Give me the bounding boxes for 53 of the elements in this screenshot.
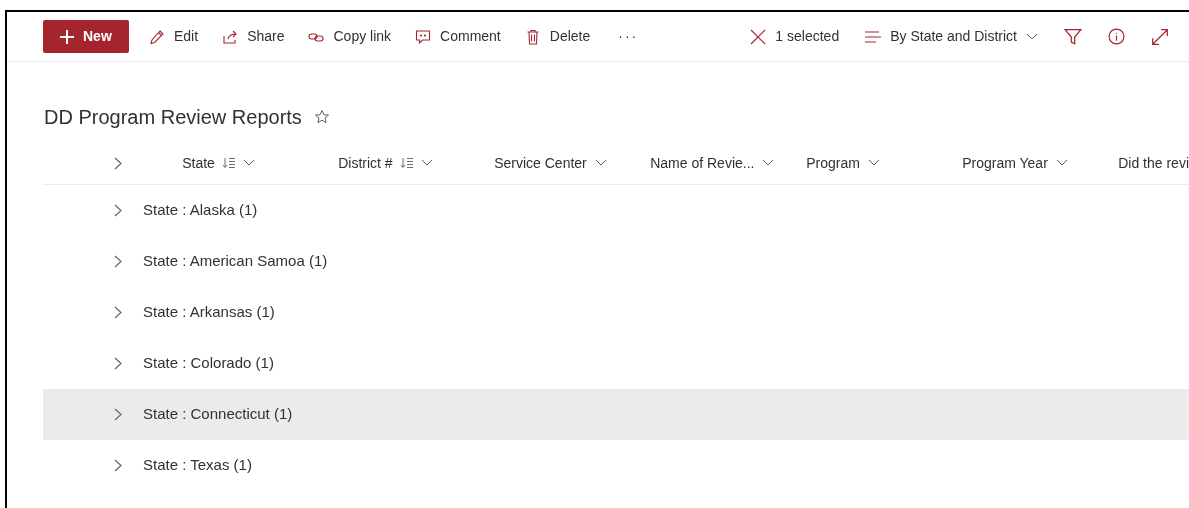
column-header[interactable]: Program: [806, 152, 963, 174]
column-header[interactable]: Service Center: [494, 152, 651, 174]
chevron-down-icon: [867, 159, 880, 167]
expand-chevron-icon[interactable]: [114, 408, 122, 421]
group-label: State : Texas (1): [143, 455, 252, 476]
favorite-star-icon[interactable]: [313, 109, 330, 125]
info-button[interactable]: [1108, 28, 1125, 45]
group-icon: [222, 157, 235, 169]
comment-button[interactable]: Comment: [415, 26, 501, 47]
column-header[interactable]: Did the revi: [1118, 152, 1189, 174]
list-title: DD Program Review Reports: [44, 105, 302, 130]
expand-button[interactable]: [1151, 27, 1169, 46]
comment-icon: [415, 28, 432, 45]
share-icon: [222, 28, 239, 45]
share-button[interactable]: Share: [222, 26, 285, 47]
expand-chevron-icon[interactable]: [114, 459, 122, 472]
expand-chevron-icon[interactable]: [114, 306, 122, 319]
lines-icon: [865, 30, 882, 43]
chevron-down-icon: [594, 159, 607, 167]
pencil-icon: [149, 28, 165, 45]
expand-all-chevron-icon[interactable]: [114, 156, 122, 170]
edit-button[interactable]: Edit: [149, 26, 199, 47]
column-header[interactable]: District #: [338, 152, 495, 174]
group-icon: [400, 157, 413, 169]
new-button[interactable]: New: [43, 20, 129, 53]
chevron-down-icon: [420, 159, 433, 167]
column-header[interactable]: Program Year: [962, 152, 1119, 174]
plus-icon: [59, 28, 75, 45]
link-button[interactable]: Copy link: [308, 26, 392, 47]
more-button[interactable]: ···: [618, 26, 639, 47]
delete-button[interactable]: Delete: [524, 26, 591, 47]
chevron-down-icon: [242, 159, 255, 167]
info-icon: [1108, 28, 1125, 45]
filter-button[interactable]: [1064, 27, 1082, 46]
expand-chevron-icon[interactable]: [114, 255, 122, 268]
chevron-down-icon: [1055, 159, 1068, 167]
clear-selection-button[interactable]: 1 selected: [750, 26, 840, 47]
group-label: State : Colorado (1): [143, 353, 274, 374]
chevron-down-icon: [1026, 32, 1038, 41]
chevron-down-icon: [762, 159, 775, 167]
expand-icon: [1151, 27, 1169, 46]
group-label: State : Arkansas (1): [143, 302, 275, 323]
group-label: State : American Samoa (1): [143, 251, 328, 272]
group-label: State : Connecticut (1): [143, 404, 293, 425]
group-label: State : Alaska (1): [143, 200, 258, 221]
filter-icon: [1064, 27, 1082, 46]
column-header[interactable]: Name of Revie...: [650, 152, 807, 174]
close-icon: [750, 28, 767, 45]
expand-chevron-icon[interactable]: [114, 357, 122, 370]
expand-chevron-icon[interactable]: [114, 204, 122, 217]
view-dropdown[interactable]: By State and District: [865, 26, 1038, 47]
group-row[interactable]: State : Connecticut (1): [43, 389, 1189, 440]
column-header[interactable]: State: [182, 152, 339, 174]
